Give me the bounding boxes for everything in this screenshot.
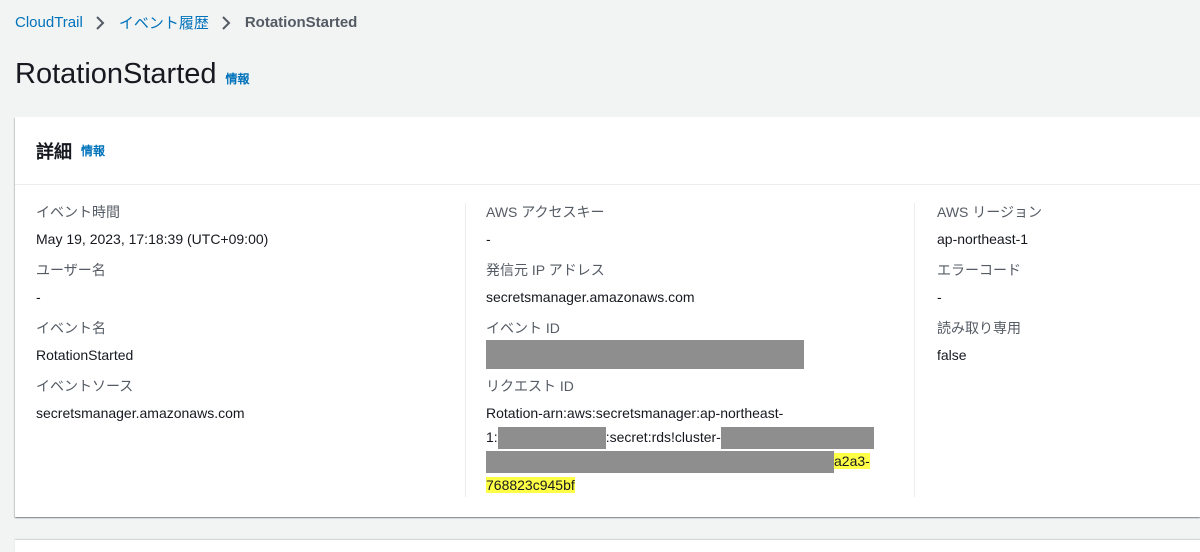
field-label: リクエスト ID bbox=[486, 378, 574, 394]
field-event-source: イベントソース secretsmanager.amazonaws.com bbox=[36, 376, 456, 434]
field-event-time: イベント時間 May 19, 2023, 17:18:39 (UTC+09:00… bbox=[36, 202, 456, 260]
field-event-name: イベント名 RotationStarted bbox=[36, 318, 456, 376]
details-column-3: AWS リージョン ap-northeast-1 エラーコード - 読み取り専用… bbox=[937, 202, 1197, 376]
column-divider bbox=[465, 203, 466, 497]
field-label: イベント ID bbox=[486, 320, 560, 336]
request-id-highlight: a2a3- bbox=[834, 453, 870, 469]
field-read-only: 読み取り専用 false bbox=[937, 318, 1197, 376]
field-label: エラーコード bbox=[937, 262, 1021, 278]
redacted-event-id bbox=[486, 340, 804, 369]
field-value: false bbox=[937, 347, 967, 363]
request-id-value: Rotation-arn:aws:secretsmanager:ap-north… bbox=[486, 401, 906, 497]
chevron-right-icon bbox=[221, 14, 233, 32]
next-panel-edge bbox=[15, 540, 1200, 552]
page-title: RotationStarted bbox=[15, 58, 217, 90]
field-value: May 19, 2023, 17:18:39 (UTC+09:00) bbox=[36, 231, 269, 247]
field-label: AWS リージョン bbox=[937, 204, 1042, 220]
field-label: ユーザー名 bbox=[36, 262, 106, 278]
redacted-account-id bbox=[497, 427, 606, 450]
page-info-link[interactable]: 情報 bbox=[226, 70, 250, 87]
field-value: - bbox=[36, 289, 41, 305]
request-id-line-2: 1: :secret:rds!cluster- bbox=[486, 425, 906, 450]
field-value: secretsmanager.amazonaws.com bbox=[486, 289, 695, 305]
details-column-1: イベント時間 May 19, 2023, 17:18:39 (UTC+09:00… bbox=[36, 202, 456, 434]
field-label: イベントソース bbox=[36, 378, 134, 394]
field-region: AWS リージョン ap-northeast-1 bbox=[937, 202, 1197, 260]
page-header: RotationStarted 情報 bbox=[15, 58, 250, 91]
details-header: 詳細 情報 bbox=[15, 117, 1200, 185]
field-value: RotationStarted bbox=[36, 347, 134, 363]
field-access-key: AWS アクセスキー - bbox=[486, 202, 906, 260]
breadcrumb-event-history[interactable]: イベント履歴 bbox=[119, 12, 209, 33]
field-value: secretsmanager.amazonaws.com bbox=[36, 405, 245, 421]
breadcrumb-current: RotationStarted bbox=[244, 14, 358, 31]
request-id-part: 1: bbox=[486, 429, 498, 445]
details-column-2: AWS アクセスキー - 発信元 IP アドレス secretsmanager.… bbox=[486, 202, 906, 493]
chevron-right-icon bbox=[95, 14, 107, 32]
field-label: イベント名 bbox=[36, 320, 106, 336]
details-title: 詳細 bbox=[36, 141, 72, 162]
field-error-code: エラーコード - bbox=[937, 260, 1197, 318]
redacted-cluster-id bbox=[720, 427, 874, 450]
breadcrumb-cloudtrail[interactable]: CloudTrail bbox=[15, 14, 83, 31]
request-id-part: :secret:rds!cluster- bbox=[605, 429, 721, 445]
breadcrumb: CloudTrail イベント履歴 RotationStarted bbox=[15, 12, 357, 33]
field-value: - bbox=[486, 231, 491, 247]
field-event-id: イベント ID bbox=[486, 318, 906, 376]
field-user-name: ユーザー名 - bbox=[36, 260, 456, 318]
field-label: イベント時間 bbox=[36, 204, 120, 220]
request-id-line-4: 768823c945bf bbox=[486, 473, 906, 497]
field-value: - bbox=[937, 289, 942, 305]
field-request-id: リクエスト ID Rotation-arn:aws:secretsmanager… bbox=[486, 376, 906, 493]
field-source-ip: 発信元 IP アドレス secretsmanager.amazonaws.com bbox=[486, 260, 906, 318]
field-value: ap-northeast-1 bbox=[937, 231, 1029, 247]
details-panel: 詳細 情報 イベント時間 May 19, 2023, 17:18:39 (UTC… bbox=[15, 117, 1200, 517]
redacted-request-part bbox=[486, 451, 834, 474]
details-columns: イベント時間 May 19, 2023, 17:18:39 (UTC+09:00… bbox=[15, 185, 1200, 517]
details-info-link[interactable]: 情報 bbox=[81, 142, 105, 159]
field-label: AWS アクセスキー bbox=[486, 204, 605, 220]
field-label: 発信元 IP アドレス bbox=[486, 262, 605, 278]
request-id-highlight: 768823c945bf bbox=[486, 477, 575, 493]
request-id-line-1: Rotation-arn:aws:secretsmanager:ap-north… bbox=[486, 405, 784, 421]
field-label: 読み取り専用 bbox=[937, 320, 1021, 336]
request-id-line-3: a2a3- bbox=[486, 449, 906, 474]
column-divider bbox=[914, 203, 915, 497]
